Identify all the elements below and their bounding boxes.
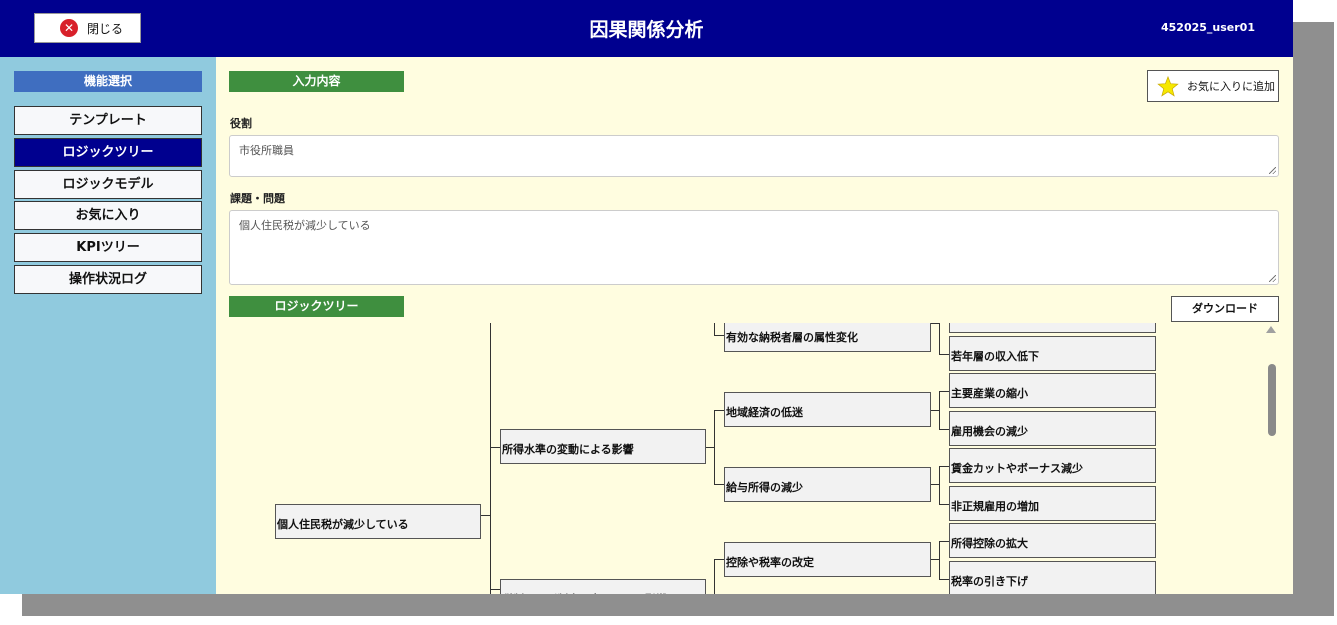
- tree-node-regional-economy[interactable]: 地域経済の低迷: [724, 392, 931, 427]
- role-label: 役割: [230, 117, 252, 130]
- tree-node-taxpayer-attributes[interactable]: 有効な納税者層の属性変化: [724, 323, 931, 352]
- sidebar-item-operation-log[interactable]: 操作状況ログ: [14, 265, 202, 294]
- tree-connector: [930, 484, 939, 485]
- issue-label: 課題・問題: [230, 192, 285, 205]
- page-title: 因果関係分析: [589, 19, 704, 41]
- tree-scrollbar[interactable]: [1265, 323, 1279, 594]
- tree-connector: [714, 484, 724, 485]
- role-value: 市役所職員: [239, 144, 294, 157]
- tree-connector: [705, 447, 714, 448]
- sidebar-item-kpi-tree[interactable]: KPIツリー: [14, 233, 202, 262]
- tree-connector: [939, 323, 940, 354]
- sidebar-item-template[interactable]: テンプレート: [14, 106, 202, 135]
- sidebar-item-logic-tree[interactable]: ロジックツリー: [14, 138, 202, 167]
- tree-scroll-thumb[interactable]: [1268, 364, 1276, 436]
- issue-value: 個人住民税が減少している: [239, 219, 371, 232]
- tree-connector: [939, 579, 949, 580]
- tree-node-industry-shrink[interactable]: 主要産業の縮小: [949, 373, 1156, 408]
- tree-connector: [930, 559, 939, 560]
- tree-connector: [939, 466, 940, 504]
- tree-connector: [714, 559, 724, 560]
- issue-field[interactable]: 個人住民税が減少している: [229, 210, 1279, 285]
- tree-connector: [930, 323, 939, 324]
- tree-connector: [490, 323, 491, 594]
- sidebar-heading: 機能選択: [14, 71, 202, 92]
- add-favorite-label: お気に入りに追加: [1187, 80, 1275, 93]
- tree-connector: [714, 559, 715, 594]
- user-id: 452025_user01: [1161, 21, 1255, 34]
- tree-node-leaf-hidden[interactable]: [949, 323, 1156, 333]
- logic-tree-view[interactable]: 個人住民税が減少している 所得水準の変動による影響 税制および制度の変更による影…: [216, 323, 1281, 594]
- tree-connector: [939, 391, 940, 429]
- tree-connector: [939, 541, 940, 579]
- tree-connector: [714, 323, 715, 335]
- tree-node-salary-decrease[interactable]: 給与所得の減少: [724, 467, 931, 502]
- tree-node-young-income[interactable]: 若年層の収入低下: [949, 336, 1156, 371]
- tree-node-wage-cut[interactable]: 賃金カットやボーナス減少: [949, 448, 1156, 483]
- resize-grip-icon[interactable]: [1269, 275, 1276, 282]
- star-icon: [1157, 75, 1179, 97]
- tree-connector: [714, 410, 724, 411]
- tree-connector: [714, 335, 724, 336]
- input-section-label: 入力内容: [229, 71, 404, 92]
- header-bar: ✕ 閉じる 因果関係分析 452025_user01: [0, 0, 1293, 57]
- tree-node-root[interactable]: 個人住民税が減少している: [275, 504, 481, 539]
- tree-connector: [939, 391, 949, 392]
- tree-node-tax-system[interactable]: 税制および制度の変更による影響: [500, 579, 706, 594]
- tree-connector: [939, 354, 949, 355]
- tree-connector: [930, 410, 939, 411]
- tree-node-deduction-rate[interactable]: 控除や税率の改定: [724, 542, 931, 577]
- main-content: 入力内容 お気に入りに追加 役割 市役所職員 課題・問題 個人住民税が減少してい…: [216, 57, 1293, 594]
- tree-node-rate-cut[interactable]: 税率の引き下げ: [949, 561, 1156, 594]
- tree-node-irregular-employment[interactable]: 非正規雇用の増加: [949, 486, 1156, 521]
- logic-tree-section-label: ロジックツリー: [229, 296, 404, 317]
- tree-connector: [939, 541, 949, 542]
- tree-connector: [939, 466, 949, 467]
- tree-node-income[interactable]: 所得水準の変動による影響: [500, 429, 706, 464]
- tree-connector: [939, 429, 949, 430]
- download-button[interactable]: ダウンロード: [1171, 296, 1279, 322]
- role-field[interactable]: 市役所職員: [229, 135, 1279, 177]
- add-favorite-button[interactable]: お気に入りに追加: [1147, 70, 1279, 102]
- sidebar-item-logic-model[interactable]: ロジックモデル: [14, 170, 202, 199]
- tree-connector: [939, 504, 949, 505]
- resize-grip-icon[interactable]: [1269, 167, 1276, 174]
- sidebar: 機能選択 テンプレート ロジックツリー ロジックモデル お気に入り KPIツリー…: [0, 57, 216, 594]
- scroll-up-arrow-icon[interactable]: [1266, 326, 1276, 333]
- tree-connector: [490, 447, 500, 448]
- tree-node-deduction-expand[interactable]: 所得控除の拡大: [949, 523, 1156, 558]
- sidebar-item-favorites[interactable]: お気に入り: [14, 201, 202, 230]
- app-window: ✕ 閉じる 因果関係分析 452025_user01 機能選択 テンプレート ロ…: [0, 0, 1293, 594]
- tree-connector: [714, 410, 715, 484]
- tree-connector: [480, 515, 490, 516]
- tree-node-jobs-decrease[interactable]: 雇用機会の減少: [949, 411, 1156, 446]
- tree-connector: [490, 589, 500, 590]
